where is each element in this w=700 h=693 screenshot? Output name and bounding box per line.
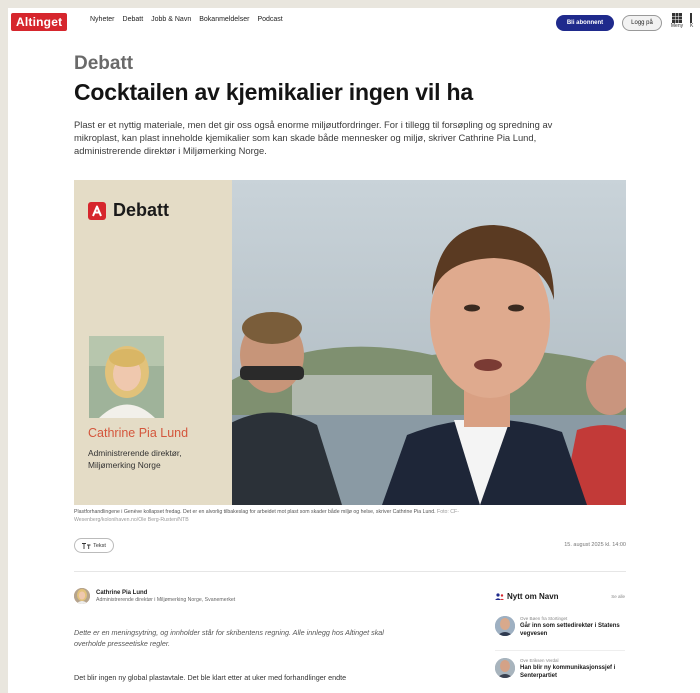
news-item-avatar	[495, 658, 515, 678]
news-item-title[interactable]: Han blir ny kommunikasjonssjef i Senterp…	[520, 664, 630, 680]
author-role: Administrerende direktør i Miljømerking …	[96, 596, 236, 603]
account-label: K	[690, 23, 694, 29]
author-avatar	[74, 588, 90, 604]
person-role: Administrerende direktør, Miljømerking N…	[88, 447, 182, 471]
menu-button[interactable]: Meny	[668, 13, 686, 29]
caption-credit-line-2: Wesenberg/kolonihaven.no/Ole Berg-Rusten…	[74, 516, 189, 523]
text-to-speech-button[interactable]: Tekst	[74, 538, 114, 553]
sidebar-news-item[interactable]: Ove Eriksen Verdal Han blir ny kommunika…	[495, 658, 630, 680]
sidebar-title-text: Nytt om Navn	[507, 592, 559, 601]
grid-menu-icon	[672, 13, 682, 23]
top-navigation: Altinget Nyheter Debatt Jobb & Navn Boka…	[8, 8, 700, 38]
caption-credit: Foto: CF-	[437, 509, 459, 515]
author-portrait	[89, 336, 164, 418]
sidebar-header: Nytt om Navn Se alle	[495, 592, 625, 601]
caption-text: Plastforhandlingene i Genève kollapset f…	[74, 509, 436, 515]
login-button[interactable]: Logg på	[622, 15, 662, 31]
news-item-text: Ove Bøen fra Stortinget Går inn som sett…	[520, 616, 630, 638]
nav-link-nyheter[interactable]: Nyheter	[90, 16, 115, 23]
debatt-badge: Debatt	[88, 200, 169, 221]
hero-photo	[212, 180, 626, 505]
account-button[interactable]: K	[690, 13, 700, 29]
subscribe-button[interactable]: Bli abonnent	[556, 15, 614, 31]
debatt-badge-label: Debatt	[113, 200, 170, 220]
article-lead: Plast er et nyttig materiale, men det gi…	[74, 119, 553, 156]
person-role-line-1: Administrerende direktør,	[88, 448, 182, 458]
altinget-logo[interactable]: Altinget	[11, 13, 68, 31]
publish-date: 15. august 2025 kl. 14:00	[564, 542, 626, 548]
image-caption: Plastforhandlingene i Genève kollapset f…	[74, 509, 626, 524]
article-headline: Cocktailen av kjemikalier ingen vil ha	[74, 79, 473, 105]
nav-link-jobb-navn[interactable]: Jobb & Navn	[151, 16, 191, 23]
account-icon	[690, 13, 692, 23]
nav-link-debatt[interactable]: Debatt	[123, 16, 144, 23]
sidebar-title[interactable]: Nytt om Navn	[495, 592, 559, 601]
page-frame: Altinget Nyheter Debatt Jobb & Navn Boka…	[8, 8, 700, 693]
tts-label: Tekst	[93, 542, 106, 549]
nav-links: Nyheter Debatt Jobb & Navn Bokanmeldelse…	[90, 16, 283, 23]
altinget-a-icon	[88, 201, 106, 220]
see-all-link[interactable]: Se alle	[611, 594, 625, 599]
news-item-text: Ove Eriksen Verdal Han blir ny kommunika…	[520, 658, 630, 680]
text-size-icon	[82, 542, 91, 549]
people-icon	[495, 593, 504, 600]
sidebar-separator	[495, 650, 625, 651]
news-item-title[interactable]: Går inn som settedirektør i Statens vegv…	[520, 622, 630, 638]
news-item-avatar	[495, 616, 515, 636]
news-item-meta: Ove Eriksen Verdal	[520, 658, 559, 663]
opinion-disclaimer: Dette er en meningsytring, og innholder …	[74, 628, 384, 648]
person-name: Cathrine Pia Lund	[88, 426, 189, 440]
author-row[interactable]: Cathrine Pia Lund Administrerende direkt…	[74, 588, 235, 604]
hero-info-panel: Debatt Cathrine Pia Lund Administrerende…	[74, 180, 232, 505]
sidebar-news-item[interactable]: Ove Bøen fra Stortinget Går inn som sett…	[495, 616, 630, 638]
article-paragraph: Det blir ingen ny global plastavtale. De…	[74, 673, 347, 682]
person-role-line-2: Miljømerking Norge	[88, 460, 161, 470]
section-divider	[74, 571, 626, 572]
author-name[interactable]: Cathrine Pia Lund	[96, 590, 235, 596]
menu-label: Meny	[670, 23, 684, 29]
news-item-meta: Ove Bøen fra Stortinget	[520, 616, 568, 621]
section-label[interactable]: Debatt	[74, 53, 133, 75]
author-info: Cathrine Pia Lund Administrerende direkt…	[96, 590, 235, 603]
hero-image: Debatt Cathrine Pia Lund Administrerende…	[74, 180, 626, 505]
nav-link-bokanmeldelser[interactable]: Bokanmeldelser	[199, 16, 249, 23]
nav-link-podcast[interactable]: Podcast	[257, 16, 282, 23]
